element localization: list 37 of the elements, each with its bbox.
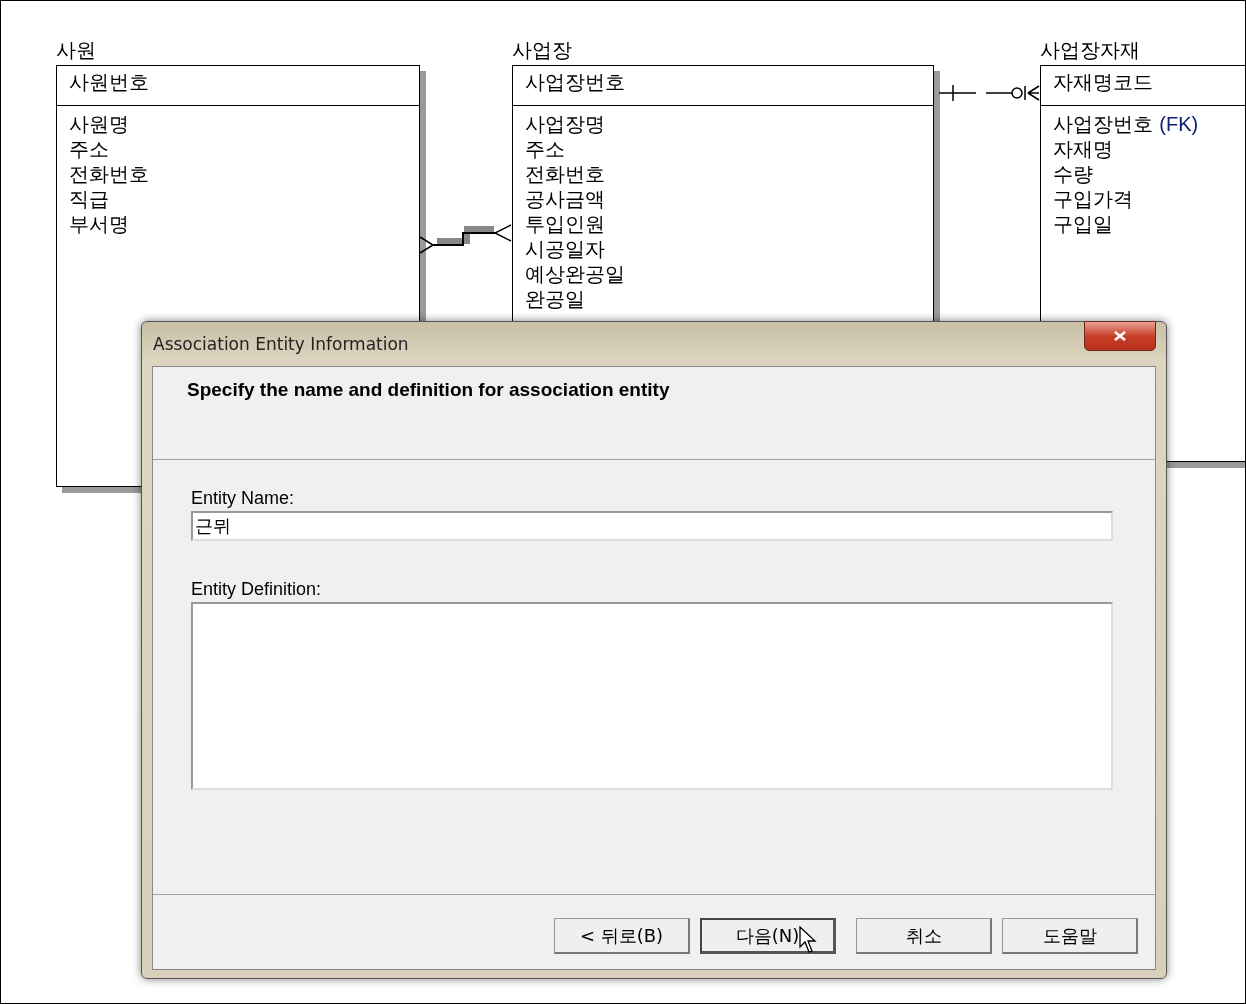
window-title: Association Entity Information bbox=[153, 334, 409, 354]
mouse-cursor-icon bbox=[799, 926, 819, 954]
close-button[interactable] bbox=[1084, 321, 1156, 351]
dialog-button[interactable]: 취소 bbox=[856, 918, 992, 954]
entity-attribute: 사업장명 bbox=[525, 112, 606, 137]
entity-attribute: 수량 bbox=[1053, 162, 1094, 187]
entity-attribute: 완공일 bbox=[525, 287, 586, 312]
entity-attribute: 시공일자 bbox=[525, 237, 606, 262]
key-attribute: 자재명코드 bbox=[1053, 70, 1154, 95]
entity-name: 사원 bbox=[56, 37, 96, 63]
entity-attribute: 사업장번호 (FK) bbox=[1053, 112, 1200, 137]
dialog-button[interactable]: 다음(N) bbox=[700, 918, 836, 954]
entity-attribute: 전화번호 bbox=[525, 162, 606, 187]
entity-name: 사업장 bbox=[512, 37, 572, 63]
entity-attribute: 전화번호 bbox=[69, 162, 150, 187]
entity-name-field[interactable]: 근뮈 bbox=[191, 511, 1113, 541]
entity-attribute: 부서명 bbox=[69, 212, 130, 237]
key-attribute: 사업장번호 bbox=[525, 70, 626, 95]
entity-name: 사업장자재 bbox=[1040, 37, 1140, 63]
dialog-button[interactable]: 도움말 bbox=[1002, 918, 1138, 954]
entity-attribute: 주소 bbox=[69, 137, 110, 162]
field-label: Entity Definition: bbox=[191, 579, 323, 600]
entity-attribute: 구입일 bbox=[1053, 212, 1114, 237]
entity-attribute: 사원명 bbox=[69, 112, 130, 137]
entity-attribute: 자재명 bbox=[1053, 137, 1114, 162]
entity-definition-field[interactable] bbox=[191, 602, 1113, 790]
entity-attribute: 공사금액 bbox=[525, 187, 606, 212]
close-icon bbox=[1113, 331, 1127, 341]
entity-attribute: 구입가격 bbox=[1053, 187, 1134, 212]
dialog-button[interactable]: < 뒤로(B) bbox=[554, 918, 690, 954]
dialog-heading: Specify the name and definition for association entity bbox=[187, 379, 671, 401]
entity-attribute: 직급 bbox=[69, 187, 110, 212]
entity-attribute: 투입인원 bbox=[525, 212, 606, 237]
entity-attribute: 주소 bbox=[525, 137, 566, 162]
field-label: Entity Name: bbox=[191, 488, 296, 509]
entity-attribute: 예상완공일 bbox=[525, 262, 626, 287]
key-attribute: 사원번호 bbox=[69, 70, 150, 95]
